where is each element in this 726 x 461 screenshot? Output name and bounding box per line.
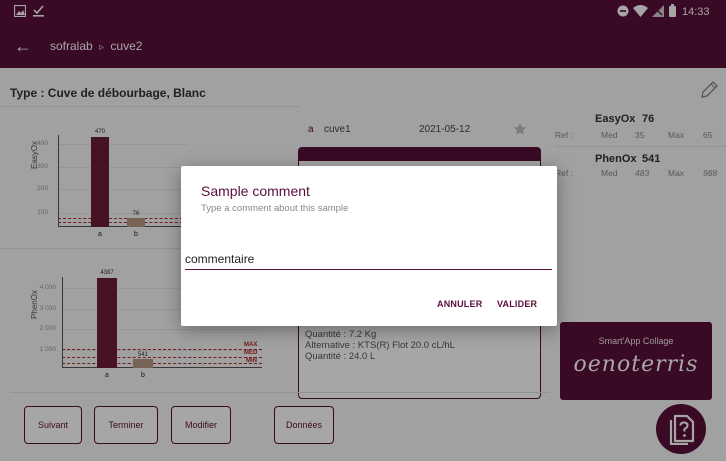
confirm-button[interactable]: VALIDER (497, 299, 537, 309)
cancel-button[interactable]: ANNULER (437, 299, 482, 309)
comment-input[interactable] (185, 248, 552, 270)
dialog-subtitle: Type a comment about this sample (201, 203, 349, 214)
dialog-title: Sample comment (201, 183, 310, 199)
sample-comment-dialog: Sample comment Type a comment about this… (181, 166, 557, 326)
